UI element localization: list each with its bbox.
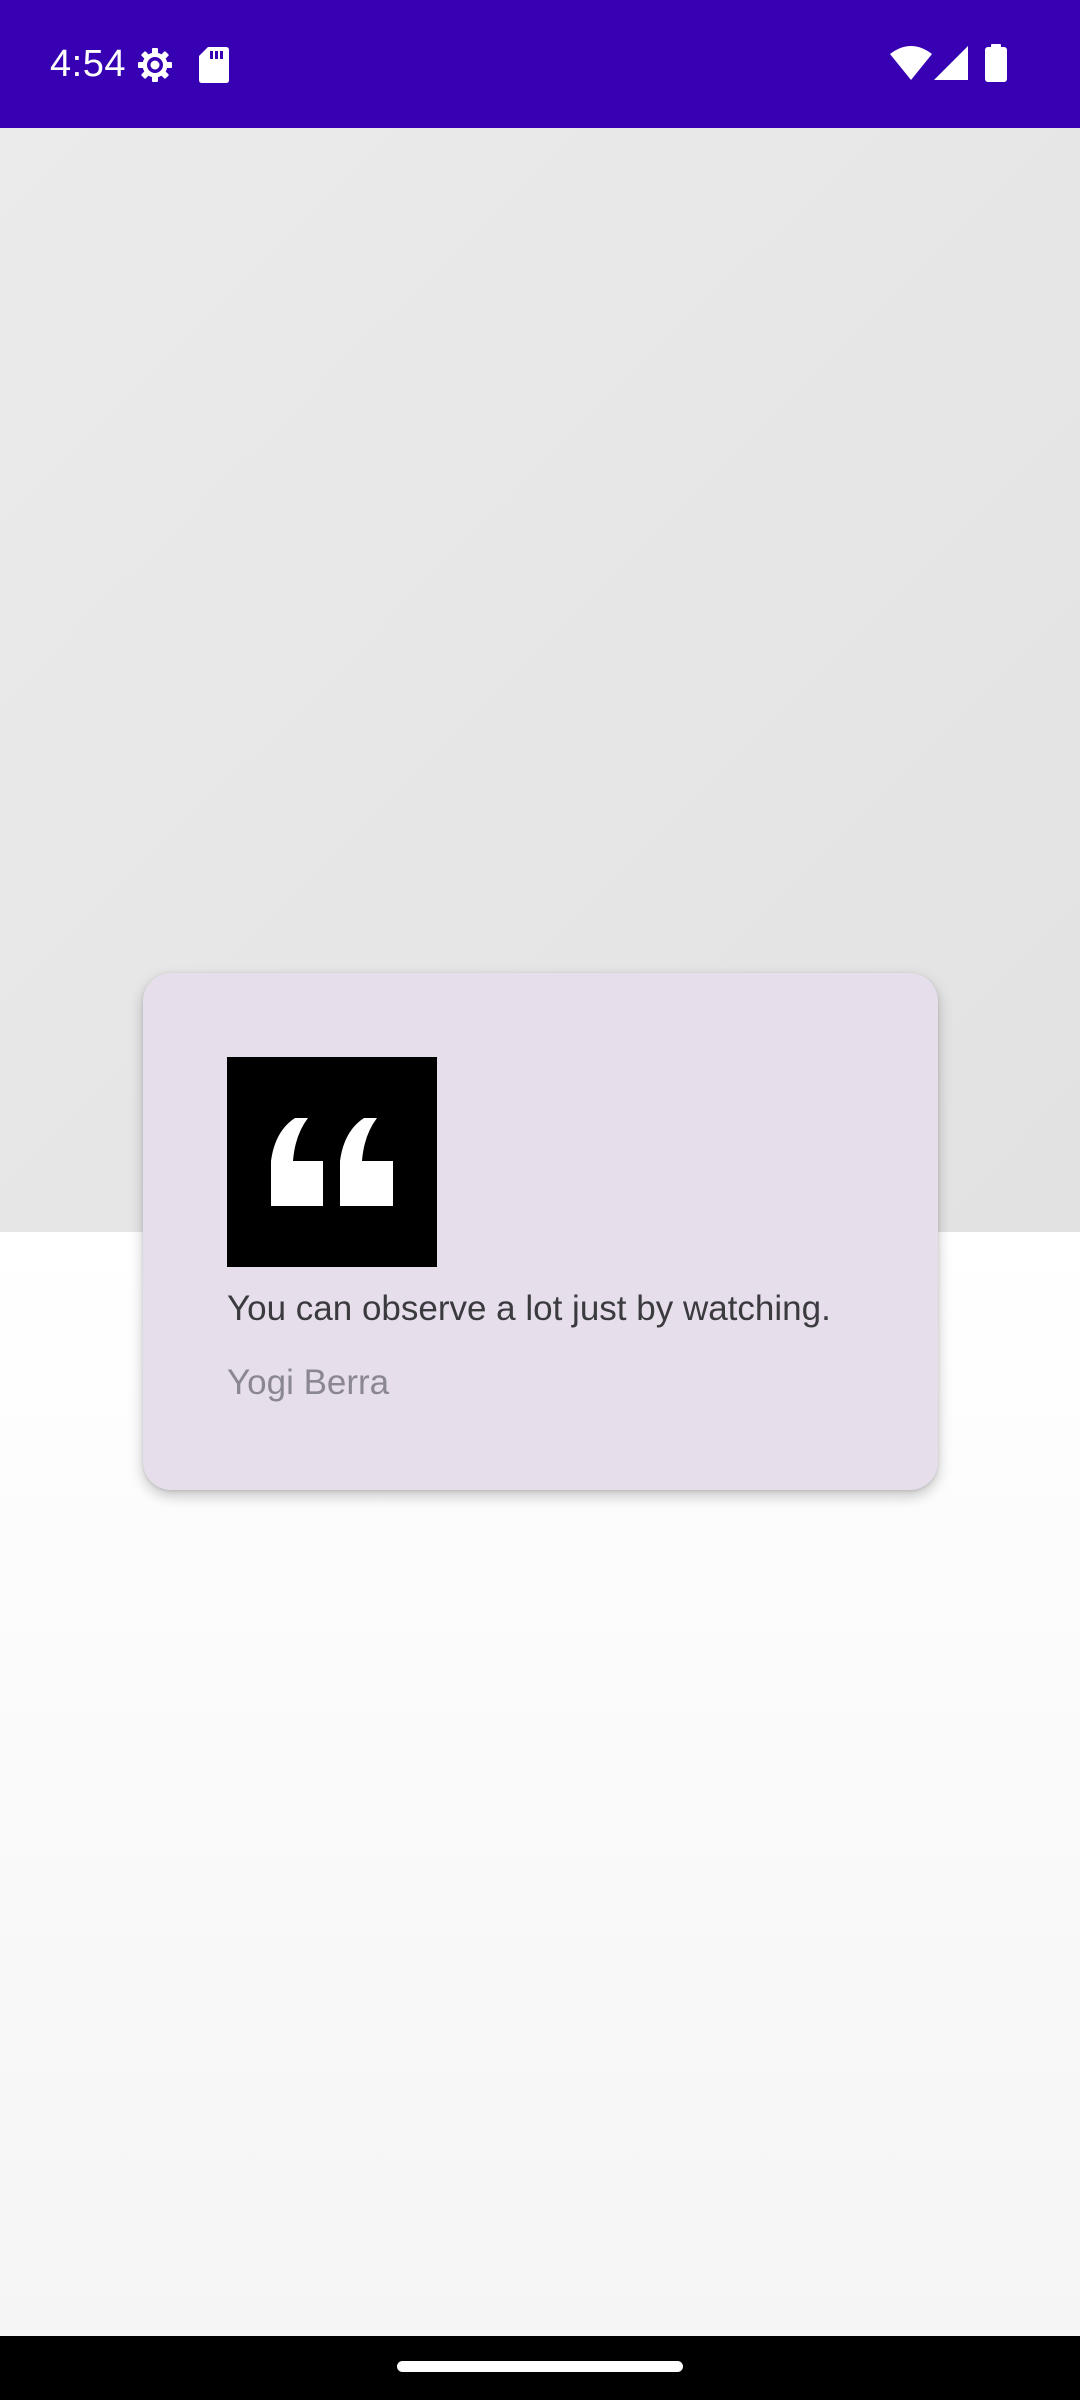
quote-author: Yogi Berra	[227, 1363, 390, 1402]
battery-icon	[985, 44, 1007, 82]
settings-icon	[138, 48, 172, 82]
screen: 4:54 You can observe a lot just by watch…	[0, 0, 1080, 2400]
quote-text: You can observe a lot just by watching.	[227, 1289, 831, 1328]
status-time: 4:54	[50, 43, 126, 85]
home-gesture-handle[interactable]	[397, 2361, 683, 2372]
status-bar: 4:54	[0, 0, 1080, 128]
quote-card[interactable]: You can observe a lot just by watching. …	[143, 973, 938, 1490]
quote-mark-icon	[227, 1057, 437, 1267]
cell-signal-icon	[934, 46, 968, 80]
wifi-icon	[890, 46, 932, 80]
sd-card-icon	[199, 47, 229, 83]
